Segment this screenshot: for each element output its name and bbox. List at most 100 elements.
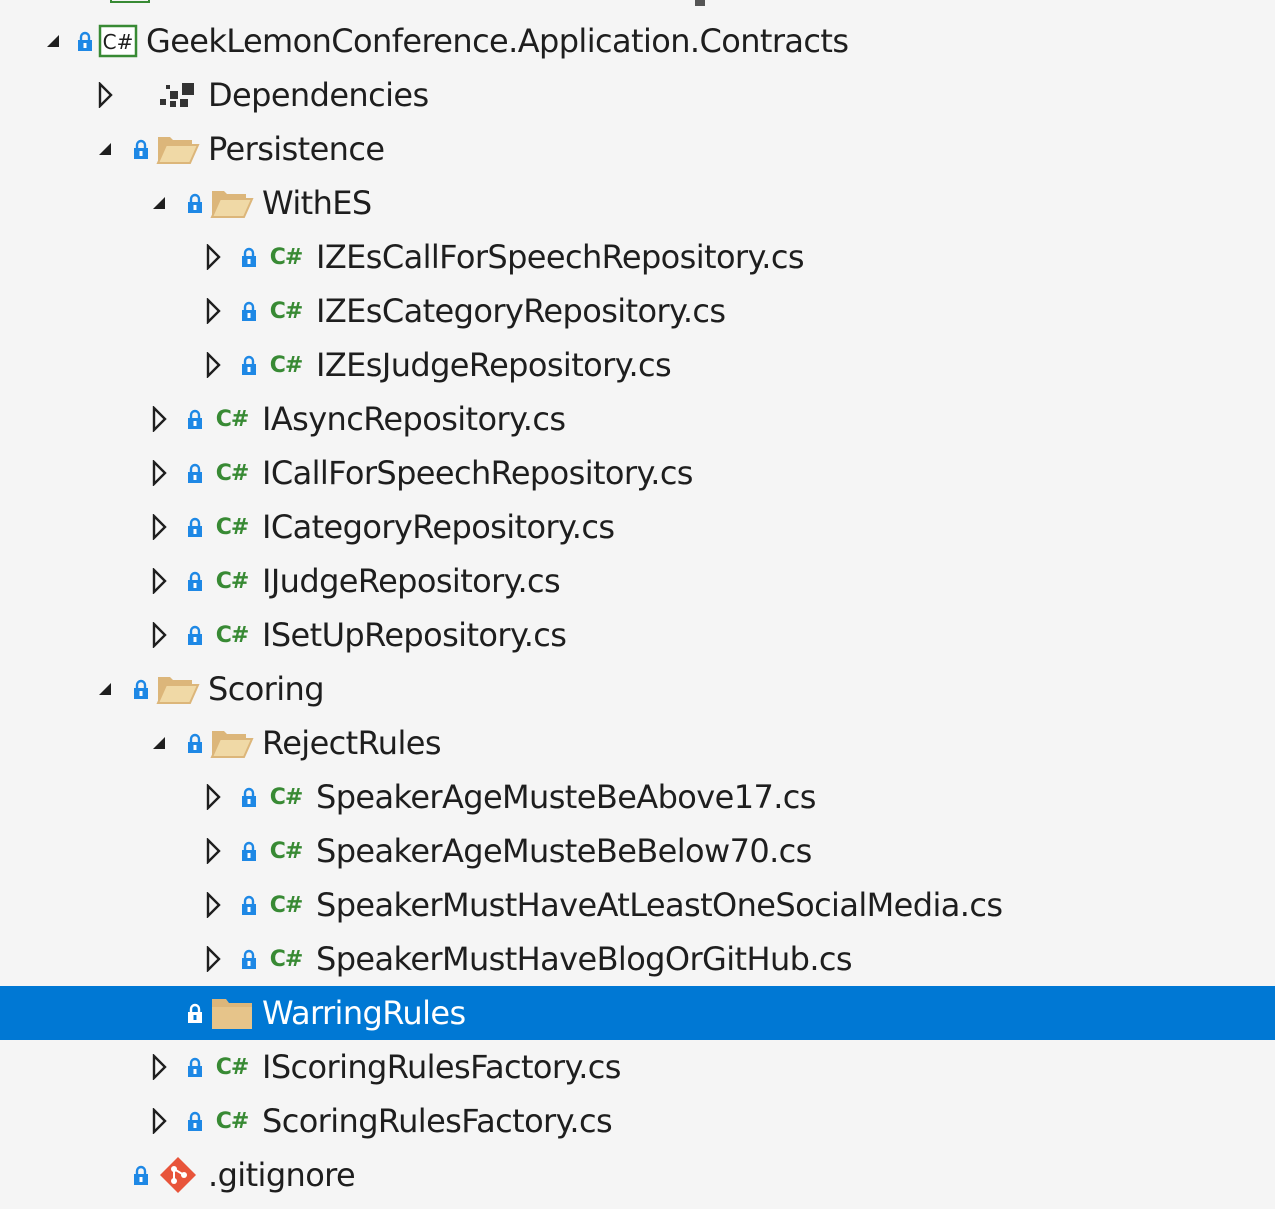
collapsed-arrow-icon[interactable] [146, 1106, 172, 1136]
expanded-arrow-icon[interactable] [146, 728, 172, 758]
tree-item-persistence[interactable]: Persistence [0, 122, 1275, 176]
tree-item-file[interactable]: C# ScoringRulesFactory.cs [0, 1094, 1275, 1148]
tree-item-file[interactable]: C# ICallForSpeechRepository.cs [0, 446, 1275, 500]
csharp-badge-text: C# [215, 406, 250, 432]
lock-icon [128, 678, 154, 700]
tree-item-file[interactable]: C# IScoringRulesFactory.cs [0, 1040, 1275, 1094]
csharp-file-icon: C# [210, 561, 254, 601]
tree-item-project[interactable]: C# GeekLemonConference.Application.Contr… [0, 14, 1275, 68]
tree-item-file[interactable]: C# ICategoryRepository.cs [0, 500, 1275, 554]
tree-item-warringrules[interactable]: WarringRules [0, 986, 1275, 1040]
lock-icon [128, 1164, 154, 1186]
csharp-file-icon: C# [210, 507, 254, 547]
lock-icon [236, 786, 262, 808]
folder-closed-icon [210, 993, 254, 1033]
csharp-file-icon: C# [264, 831, 308, 871]
lock-icon [182, 192, 208, 214]
lock-icon [182, 1002, 208, 1024]
tree-item-label: IZEsCallForSpeechRepository.cs [316, 238, 805, 276]
lock-icon [182, 1110, 208, 1132]
tree-item-label: IZEsJudgeRepository.cs [316, 346, 672, 384]
collapsed-arrow-icon[interactable] [200, 890, 226, 920]
tree-item-file[interactable]: C# IAsyncRepository.cs [0, 392, 1275, 446]
solution-explorer-tree: C# GeekLemonConference.Application.Contr… [0, 0, 1275, 1209]
tree-item-label: .gitignore [208, 1156, 356, 1194]
collapsed-arrow-icon[interactable] [146, 458, 172, 488]
collapsed-arrow-icon[interactable] [146, 1052, 172, 1082]
tree-item-label: SpeakerAgeMusteBeBelow70.cs [316, 832, 812, 870]
tree-item-scoring[interactable]: Scoring [0, 662, 1275, 716]
tree-item-file[interactable]: C# IZEsCallForSpeechRepository.cs [0, 230, 1275, 284]
csharp-file-icon: C# [264, 885, 308, 925]
expanded-arrow-icon[interactable] [146, 188, 172, 218]
collapsed-arrow-icon[interactable] [146, 566, 172, 596]
tree-item-label: RejectRules [262, 724, 442, 762]
tree-item-label: IScoringRulesFactory.cs [262, 1048, 621, 1086]
tree-item-rejectrules[interactable]: RejectRules [0, 716, 1275, 770]
folder-open-icon [156, 129, 200, 169]
tree-item-label: IJudgeRepository.cs [262, 562, 561, 600]
tree-item-file[interactable]: C# ISetUpRepository.cs [0, 608, 1275, 662]
tree-item-file[interactable]: C# SpeakerMustHaveBlogOrGitHub.cs [0, 932, 1275, 986]
csharp-file-icon: C# [210, 615, 254, 655]
tree-item-label: Scoring [208, 670, 325, 708]
csharp-file-icon: C# [210, 1047, 254, 1087]
project-label: GeekLemonConference.Application.Contract… [146, 22, 849, 60]
csharp-badge-text: C# [215, 622, 250, 648]
tree-item-label: IZEsCategoryRepository.cs [316, 292, 726, 330]
collapsed-arrow-icon[interactable] [200, 242, 226, 272]
tree-item-label: SpeakerAgeMusteBeAbove17.cs [316, 778, 816, 816]
csharp-badge-text: C# [215, 514, 250, 540]
csharp-badge-text: C# [269, 946, 304, 972]
csharp-badge-text: C# [269, 298, 304, 324]
lock-icon [236, 354, 262, 376]
lock-icon [182, 408, 208, 430]
tree-item-file[interactable]: C# SpeakerAgeMusteBeAbove17.cs [0, 770, 1275, 824]
csharp-file-icon: C# [210, 399, 254, 439]
tree-item-label: IAsyncRepository.cs [262, 400, 566, 438]
tree-item-dependencies[interactable]: Dependencies [0, 68, 1275, 122]
tree-item-file[interactable]: C# SpeakerMustHaveAtLeastOneSocialMedia.… [0, 878, 1275, 932]
lock-icon [236, 948, 262, 970]
lock-icon [236, 246, 262, 268]
lock-icon [236, 840, 262, 862]
lock-icon [182, 516, 208, 538]
csharp-badge-text: C# [215, 568, 250, 594]
partial-row-icon [110, 0, 705, 6]
tree-item-file[interactable]: C# IJudgeRepository.cs [0, 554, 1275, 608]
lock-icon [182, 732, 208, 754]
lock-icon [236, 894, 262, 916]
collapsed-arrow-icon[interactable] [200, 296, 226, 326]
tree-item-file[interactable]: C# IZEsJudgeRepository.cs [0, 338, 1275, 392]
dependencies-icon [156, 75, 200, 115]
csharp-file-icon: C# [264, 939, 308, 979]
folder-open-icon [156, 669, 200, 709]
expanded-arrow-icon[interactable] [40, 26, 66, 56]
tree-item-label: WithES [262, 184, 372, 222]
lock-icon [128, 138, 154, 160]
tree-item-file[interactable]: C# SpeakerAgeMusteBeBelow70.cs [0, 824, 1275, 878]
csharp-badge-text: C# [269, 838, 304, 864]
collapsed-arrow-icon[interactable] [200, 836, 226, 866]
collapsed-arrow-icon[interactable] [146, 620, 172, 650]
collapsed-arrow-icon[interactable] [92, 80, 118, 110]
folder-open-icon [210, 183, 254, 223]
collapsed-arrow-icon[interactable] [200, 782, 226, 812]
lock-icon [72, 30, 98, 52]
csharp-file-icon: C# [264, 777, 308, 817]
csharp-file-icon: C# [264, 291, 308, 331]
collapsed-arrow-icon[interactable] [146, 512, 172, 542]
csharp-badge-text: C# [215, 1108, 250, 1134]
csharp-badge-text: C# [269, 784, 304, 810]
expanded-arrow-icon[interactable] [92, 134, 118, 164]
expanded-arrow-icon[interactable] [92, 674, 118, 704]
tree-item-gitignore[interactable]: .gitignore [0, 1148, 1275, 1202]
tree-item-label: ScoringRulesFactory.cs [262, 1102, 613, 1140]
collapsed-arrow-icon[interactable] [200, 944, 226, 974]
collapsed-arrow-icon[interactable] [146, 404, 172, 434]
collapsed-arrow-icon[interactable] [200, 350, 226, 380]
tree-item-withes[interactable]: WithES [0, 176, 1275, 230]
lock-icon [236, 300, 262, 322]
git-icon [156, 1155, 200, 1195]
tree-item-file[interactable]: C# IZEsCategoryRepository.cs [0, 284, 1275, 338]
